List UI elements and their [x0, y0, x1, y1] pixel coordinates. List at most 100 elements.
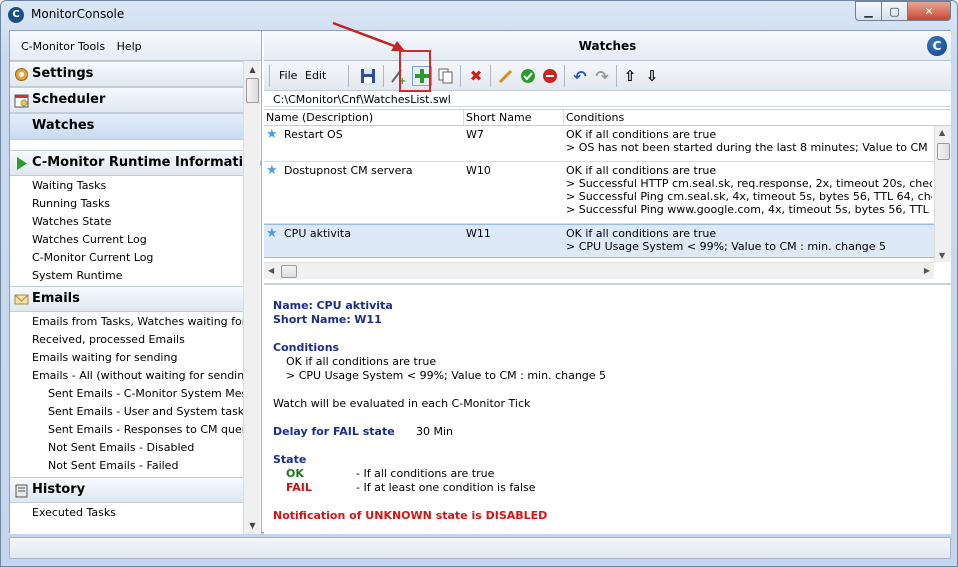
header-name[interactable]: Name (Description)	[264, 110, 464, 125]
envelope-icon	[14, 292, 29, 307]
star-icon: ★	[266, 226, 278, 241]
row-condition-line: OK if all conditions are true	[566, 164, 717, 177]
move-up-icon[interactable]: ⇧	[620, 66, 640, 86]
sidebar-section-runtime[interactable]: C-Monitor Runtime Information	[10, 150, 261, 176]
scroll-left-arrow-icon[interactable]: ◀	[268, 266, 274, 275]
menu-tools[interactable]: C-Monitor Tools	[21, 40, 105, 53]
sidebar-scrollbar[interactable]: ▲ ▼	[243, 61, 260, 534]
scroll-down-arrow-icon[interactable]: ▼	[245, 518, 260, 533]
file-menu[interactable]: File	[279, 66, 297, 86]
detail-state-label: State	[273, 453, 307, 466]
save-icon[interactable]	[358, 66, 378, 86]
sidebar-item[interactable]: Watches State	[10, 212, 243, 230]
close-button[interactable]: ✕	[907, 1, 951, 21]
detail-conditions-label: Conditions	[273, 341, 340, 354]
sidebar-item[interactable]: Sent Emails - Responses to CM queries	[10, 420, 243, 438]
tools-icon[interactable]	[496, 66, 516, 86]
main-window: C MonitorConsole ▁ ▢ ✕ C-Monitor Tools H…	[0, 0, 958, 567]
sidebar-item[interactable]: Executed Tasks	[10, 503, 243, 521]
sidebar-item[interactable]: Sent Emails - C-Monitor System Message	[10, 384, 243, 402]
minimize-button[interactable]: ▁	[855, 1, 881, 21]
copy-watch-icon[interactable]	[436, 66, 456, 86]
grid-header: Name (Description) Short Name Conditions	[264, 110, 951, 126]
row-condition-line: > CPU Usage System < 99%; Value to CM : …	[566, 240, 887, 253]
grid-vertical-scrollbar[interactable]: ▲ ▼	[934, 126, 951, 262]
table-row[interactable]: ★ Dostupnost CM servera W10 OK if all con…	[264, 162, 951, 224]
title-bar: C MonitorConsole ▁ ▢ ✕	[1, 1, 957, 29]
star-icon: ★	[266, 163, 278, 178]
scroll-down-arrow-icon[interactable]: ▼	[939, 251, 945, 260]
sidebar-label-scheduler: Scheduler	[32, 92, 106, 107]
detail-condition-line: OK if all conditions are true	[286, 355, 437, 368]
sidebar-item[interactable]: Running Tasks	[10, 194, 243, 212]
detail-delay-label: Delay for FAIL state	[273, 425, 395, 438]
grid-horizontal-scrollbar[interactable]: ◀ ▶	[264, 262, 934, 279]
sidebar-item[interactable]: C-Monitor Current Log	[10, 248, 243, 266]
sidebar-label-runtime: C-Monitor Runtime Information	[32, 155, 262, 170]
sidebar-item[interactable]: Not Sent Emails - Disabled	[10, 438, 243, 456]
undo-icon[interactable]: ↶	[570, 66, 590, 86]
edit-menu[interactable]: Edit	[305, 66, 326, 86]
detail-eval-text: Watch will be evaluated in each C-Monito…	[273, 397, 531, 410]
detail-condition-line: > CPU Usage System < 99%; Value to CM : …	[286, 369, 607, 382]
star-icon: ★	[266, 127, 278, 142]
scroll-up-arrow-icon[interactable]: ▲	[245, 62, 260, 77]
sidebar-section-history[interactable]: History	[10, 477, 243, 503]
sidebar-section-emails[interactable]: Emails	[10, 286, 243, 312]
header-short-name[interactable]: Short Name	[464, 110, 564, 125]
sidebar-section-scheduler[interactable]: Scheduler	[10, 87, 243, 113]
sidebar-label-history: History	[32, 482, 86, 497]
row-condition-line: > Successful Ping cm.seal.sk, 4x, timeou…	[566, 190, 932, 203]
redo-icon[interactable]: ↷	[592, 66, 612, 86]
panel-title: Watches	[578, 39, 637, 53]
watches-grid: Name (Description) Short Name Conditions…	[264, 109, 951, 279]
sidebar-item[interactable]: Watches Current Log	[10, 230, 243, 248]
toolbar: File Edit + ✖ ↶ ↷ ⇧ ⇩	[264, 61, 951, 91]
sidebar-scroll-thumb[interactable]	[246, 78, 259, 103]
sidebar-item[interactable]: Received, processed Emails	[10, 330, 243, 348]
scroll-right-arrow-icon[interactable]: ▶	[924, 266, 930, 275]
sidebar-item[interactable]: Emails - All (without waiting for sendin…	[10, 366, 243, 384]
sidebar-item[interactable]: Emails from Tasks, Watches waiting for s…	[10, 312, 243, 330]
grid-scroll-thumb[interactable]	[937, 143, 950, 160]
state-fail-desc: - If at least one condition is false	[356, 481, 536, 494]
calendar-icon	[14, 93, 29, 108]
status-bar	[9, 537, 951, 559]
maximize-button[interactable]: ▢	[881, 1, 907, 21]
table-row-selected[interactable]: ★ CPU aktivita W11 OK if all conditions a…	[264, 224, 951, 258]
row-short-name: W10	[466, 164, 491, 177]
client-area: C-Monitor Tools Help Settings Scheduler …	[9, 30, 951, 534]
cmonitor-logo-icon: C	[927, 36, 947, 56]
app-icon: C	[8, 7, 24, 23]
sidebar-item-watches[interactable]: Watches	[10, 113, 243, 140]
detail-short-value: W11	[354, 313, 382, 326]
disable-icon[interactable]	[540, 66, 560, 86]
detail-name-label: Name:	[273, 299, 313, 312]
row-condition-line: > Successful HTTP cm.seal.sk, req.respon…	[566, 177, 932, 190]
row-condition-line: > OS has not been started during the las…	[566, 141, 932, 154]
scroll-up-arrow-icon[interactable]: ▲	[939, 128, 945, 137]
menu-bar: C-Monitor Tools Help	[10, 31, 261, 61]
state-ok: OK	[286, 467, 304, 480]
watches-panel: Watches C File Edit + ✖ ↶ ↷ ⇧ ⇩ C:\CMoni…	[264, 31, 951, 534]
sidebar: C-Monitor Tools Help Settings Scheduler …	[10, 31, 262, 534]
sidebar-item[interactable]: Sent Emails - User and System tasks Res	[10, 402, 243, 420]
sidebar-label-watches: Watches	[32, 118, 95, 133]
row-condition-line: > Successful Ping www.google.com, 4x, ti…	[566, 203, 932, 216]
move-down-icon[interactable]: ⇩	[642, 66, 662, 86]
history-book-icon	[14, 483, 29, 498]
grid-hscroll-thumb[interactable]	[281, 265, 297, 278]
menu-help[interactable]: Help	[117, 40, 142, 53]
sidebar-section-settings[interactable]: Settings	[10, 61, 243, 87]
settings-gear-icon	[14, 67, 29, 82]
sidebar-item[interactable]: Waiting Tasks	[10, 176, 243, 194]
enable-icon[interactable]	[518, 66, 538, 86]
sidebar-item[interactable]: Emails waiting for sending	[10, 348, 243, 366]
row-name: Restart OS	[284, 128, 343, 141]
row-condition-line: OK if all conditions are true	[566, 128, 717, 141]
header-conditions[interactable]: Conditions	[564, 110, 932, 125]
sidebar-item[interactable]: System Runtime	[10, 266, 243, 284]
sidebar-item[interactable]: Not Sent Emails - Failed	[10, 456, 243, 474]
delete-icon[interactable]: ✖	[466, 66, 486, 86]
table-row[interactable]: ★ Restart OS W7 OK if all conditions are …	[264, 126, 951, 162]
